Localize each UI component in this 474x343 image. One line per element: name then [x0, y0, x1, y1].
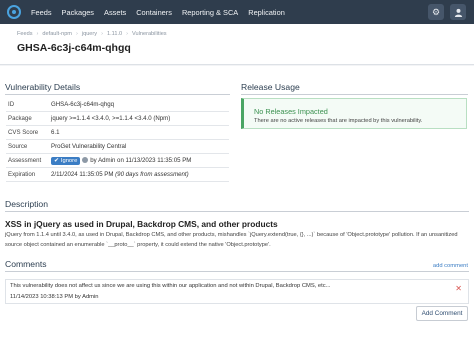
comment-item: This vulnerability does not affect us si…	[5, 279, 469, 304]
vulnerability-details-table: ID GHSA-6c3j-c64m-qhgq Package jquery >=…	[6, 98, 229, 182]
vulnerability-details-heading: Vulnerability Details	[5, 82, 81, 92]
user-icon[interactable]	[450, 4, 466, 20]
avatar	[82, 156, 89, 163]
ignore-label: Ignore	[60, 157, 78, 164]
release-usage-heading: Release Usage	[241, 82, 300, 92]
breadcrumb-separator: ›	[75, 31, 78, 37]
detail-value-expiration: 2/11/2024 11:35:05 PM (90 days from asse…	[51, 167, 229, 181]
table-row: Package jquery >=1.1.4 <3.4.0, >=1.1.4 <…	[6, 112, 229, 126]
nav-containers[interactable]: Containers	[136, 8, 172, 17]
detail-key: Expiration	[8, 170, 36, 178]
breadcrumb-feeds[interactable]: Feeds	[17, 31, 33, 37]
comments-heading: Comments	[5, 259, 47, 269]
release-status-text: There are no active releases that are im…	[254, 118, 423, 124]
breadcrumb-vulnerabilities[interactable]: Vulnerabilities	[132, 31, 167, 37]
comment-text: This vulnerability does not affect us si…	[10, 283, 331, 289]
detail-value-source: ProGet Vulnerability Central	[51, 143, 127, 151]
release-status-alert: No Releases Impacted There are no active…	[241, 98, 467, 129]
detail-key: Source	[8, 143, 28, 151]
nav-replication[interactable]: Replication	[248, 8, 285, 17]
expiration-date: 2/11/2024 11:35:05 PM	[51, 170, 114, 178]
detail-key: ID	[8, 101, 15, 109]
table-row: CVS Score 6.1	[6, 126, 229, 140]
top-navbar: Feeds Packages Assets Containers Reporti…	[0, 0, 474, 24]
table-row: Source ProGet Vulnerability Central	[6, 140, 229, 154]
expiration-note: (90 days from assessment)	[115, 170, 189, 178]
breadcrumb: Feeds › default-npm › jquery › 1.11.0 › Vuln…	[17, 31, 167, 37]
ignore-badge[interactable]: ✔ Ignore	[51, 156, 81, 165]
nav-reporting-sca[interactable]: Reporting & SCA	[182, 8, 238, 17]
detail-value-assessment: ✔ Ignore by Admin on 11/13/2023 11:35:05 P…	[51, 154, 229, 168]
table-row: Assessment ✔ Ignore by Admin on 11/13/2023…	[6, 154, 229, 168]
detail-key: Package	[8, 115, 32, 123]
nav-assets[interactable]: Assets	[104, 8, 126, 17]
breadcrumb-separator: ›	[126, 31, 128, 37]
divider	[5, 94, 230, 95]
page-header: Feeds › default-npm › jquery › 1.11.0 › Vuln…	[0, 24, 474, 65]
check-icon: ✔	[54, 157, 59, 164]
divider	[5, 271, 469, 272]
breadcrumb-package[interactable]: jquery	[82, 31, 97, 37]
gear-icon[interactable]: ⚙	[428, 4, 444, 20]
detail-value-score: 6.1	[51, 129, 60, 137]
page-title: GHSA-6c3j-c64m-qhgq	[17, 42, 131, 54]
proget-logo-icon[interactable]	[7, 5, 21, 19]
breadcrumb-feed[interactable]: default-npm	[42, 31, 72, 37]
add-comment-link[interactable]: add comment	[433, 263, 468, 269]
table-row: ID GHSA-6c3j-c64m-qhgq	[6, 98, 229, 112]
divider	[241, 94, 468, 95]
detail-key: CVS Score	[8, 129, 39, 137]
assessment-text: by Admin on 11/13/2023 11:35:05 PM	[90, 156, 192, 164]
vulnerability-title: XSS in jQuery as used in Drupal, Backdro…	[5, 219, 278, 229]
breadcrumb-separator: ›	[101, 31, 103, 37]
nav-feeds[interactable]: Feeds	[31, 8, 52, 17]
release-status-title: No Releases Impacted	[254, 107, 328, 116]
nav-packages[interactable]: Packages	[62, 8, 94, 17]
detail-value-id: GHSA-6c3j-c64m-qhgq	[51, 101, 114, 109]
delete-comment-icon[interactable]: ✕	[455, 284, 462, 293]
detail-value-package: jquery >=1.1.4 <3.4.0, >=1.1.4 <3.4.0 (N…	[51, 115, 171, 123]
breadcrumb-separator: ›	[36, 31, 39, 37]
detail-key: Assessment	[8, 157, 42, 164]
comment-meta: 11/14/2023 10:38:13 PM by Admin	[10, 294, 99, 300]
table-row: Expiration 2/11/2024 11:35:05 PM (90 day…	[6, 167, 229, 182]
divider	[5, 211, 469, 212]
vulnerability-description: jQuery from 1.1.4 until 3.4.0, as used i…	[5, 232, 458, 248]
breadcrumb-version[interactable]: 1.11.0	[107, 31, 122, 37]
description-heading: Description	[5, 199, 48, 209]
add-comment-button[interactable]: Add Comment	[416, 306, 468, 321]
